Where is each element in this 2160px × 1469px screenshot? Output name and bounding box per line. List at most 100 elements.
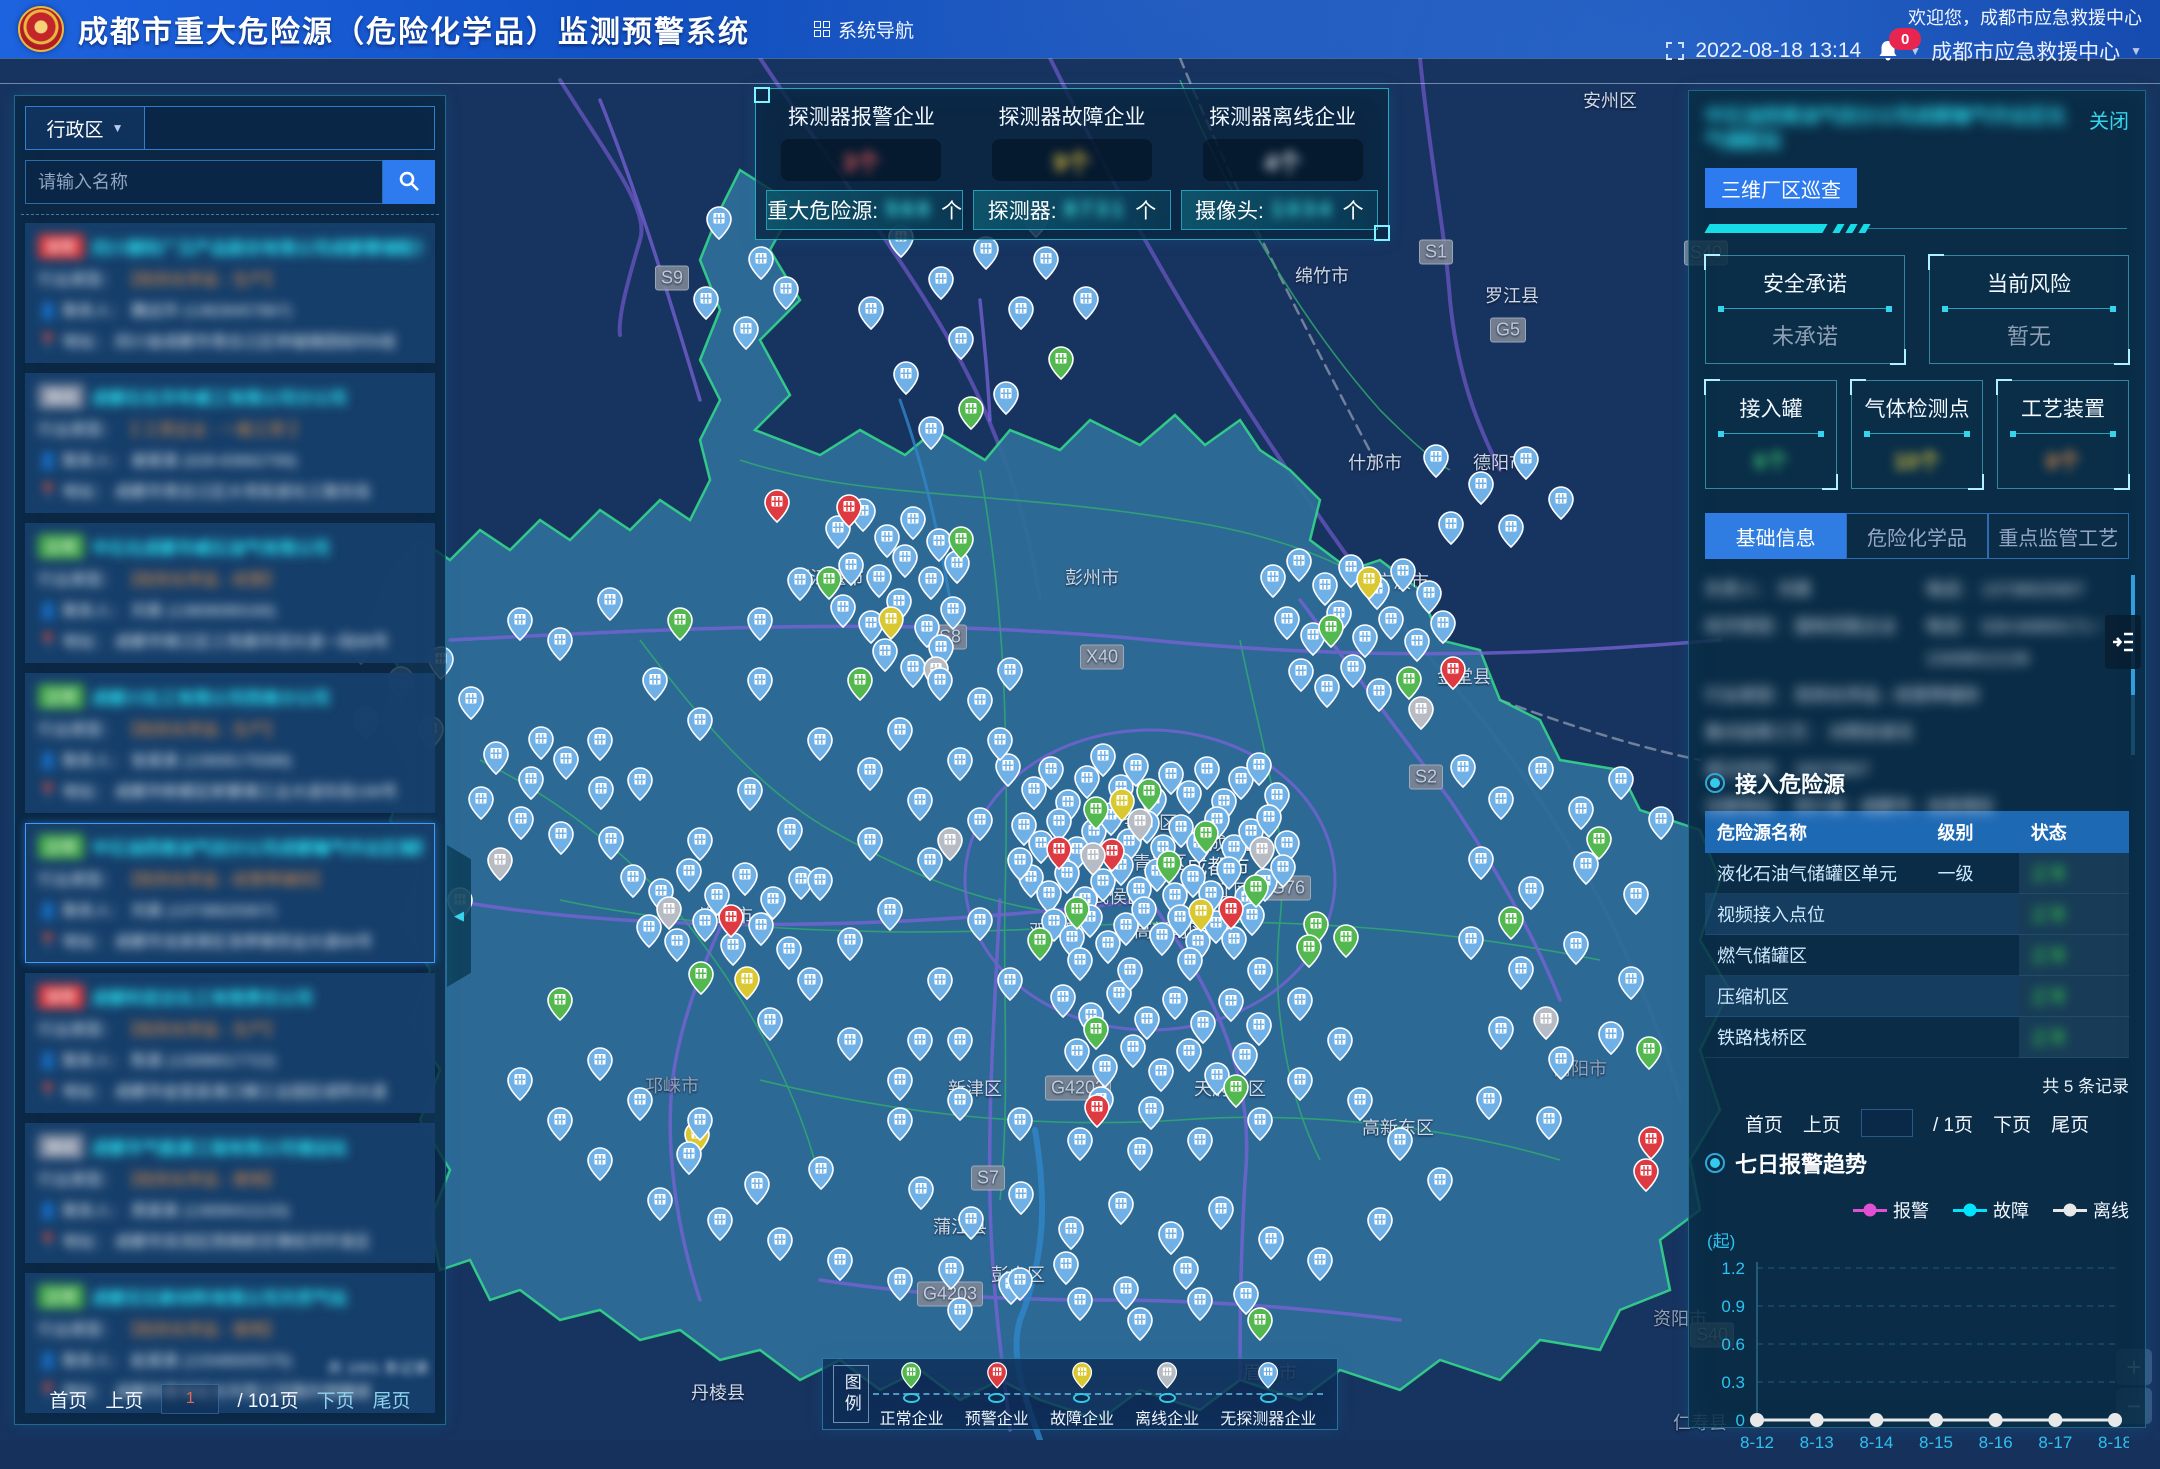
map-marker[interactable] [1084,1094,1110,1128]
map-marker[interactable] [907,787,933,821]
map-marker[interactable] [827,1247,853,1281]
map-marker[interactable] [1536,1106,1562,1140]
map-marker[interactable] [776,936,802,970]
search-input[interactable] [25,160,383,204]
company-list-item[interactable]: 正常 成都川化工有限公司西南分公司 行业类型： 【危险化学品 - 生产】 👤 联… [25,673,435,813]
hazard-table-row[interactable]: 液化石油气储罐区单元 一级 正常 [1705,853,2129,894]
map-marker[interactable] [458,686,484,720]
company-list-item[interactable]: 正常 中石油西南油气田分公司成都输气作业区储配站 行业类型： 【危险化学品 - … [25,823,435,963]
map-marker[interactable] [1127,1307,1153,1341]
map-marker[interactable] [1247,1107,1273,1141]
map-marker[interactable] [1007,1267,1033,1301]
map-marker[interactable] [718,904,744,938]
company-list-item[interactable]: 报警 四川德阳广汉产品股份有限公司成都蓉储配分公司 行业类型： 【危险化学品 -… [25,223,435,363]
map-marker[interactable] [688,961,714,995]
map-marker[interactable] [1440,656,1466,690]
map-marker[interactable] [1608,766,1634,800]
map-marker[interactable] [993,381,1019,415]
map-marker[interactable] [528,726,554,760]
map-marker[interactable] [1513,446,1539,480]
map-marker[interactable] [1288,658,1314,692]
map-marker[interactable] [748,912,774,946]
map-marker[interactable] [1427,1167,1453,1201]
map-marker[interactable] [1050,984,1076,1018]
map-marker[interactable] [958,1206,984,1240]
search-button[interactable] [383,160,435,204]
map-marker[interactable] [1187,1287,1213,1321]
map-marker[interactable] [907,1027,933,1061]
map-marker[interactable] [1127,808,1153,842]
map-marker[interactable] [777,817,803,851]
tab-危险化学品[interactable]: 危险化学品 [1846,513,1987,559]
company-list-item[interactable]: 离线 成都石化华年威工有限公司分公司 行业类型： 【 工贸企业 - 一般工贸 】… [25,373,435,513]
last-page-button[interactable]: 尾页 [373,1386,411,1413]
map-marker[interactable] [664,928,690,962]
map-marker[interactable] [468,786,494,820]
map-marker[interactable] [878,606,904,640]
region-filter-dropdown[interactable]: 行政区 ▼ [25,106,145,150]
map-marker[interactable] [487,847,513,881]
map-marker[interactable] [858,296,884,330]
map-marker[interactable] [747,607,773,641]
map-marker[interactable] [1083,1016,1109,1050]
map-marker[interactable] [1038,756,1064,790]
map-marker[interactable] [1488,786,1514,820]
map-marker[interactable] [1528,756,1554,790]
map-marker[interactable] [1218,896,1244,930]
map-marker[interactable] [1423,444,1449,478]
map-marker[interactable] [1260,564,1286,598]
map-marker[interactable] [1218,988,1244,1022]
hazard-table-row[interactable]: 燃气储罐区 正常 [1705,935,2129,976]
map-marker[interactable] [1138,1096,1164,1130]
map-marker[interactable] [1378,606,1404,640]
map-marker[interactable] [1046,836,1072,870]
map-marker[interactable] [1340,654,1366,688]
map-marker[interactable] [597,587,623,621]
first-page-button[interactable]: 首页 [49,1386,87,1413]
map-marker[interactable] [1249,836,1275,870]
map-marker[interactable] [893,361,919,395]
map-marker[interactable] [1120,1034,1146,1068]
map-marker[interactable] [1173,1256,1199,1290]
map-marker[interactable] [1333,924,1359,958]
map-marker[interactable] [836,494,862,528]
map-marker[interactable] [967,687,993,721]
map-marker[interactable] [1136,778,1162,812]
sidebar-collapse-handle[interactable]: ◀ [447,845,471,987]
map-marker[interactable] [553,746,579,780]
map-marker[interactable] [1598,1021,1624,1055]
map-marker[interactable] [948,526,974,560]
map-marker[interactable] [1083,796,1109,830]
map-marker[interactable] [747,667,773,701]
map-marker[interactable] [642,667,668,701]
company-list-item[interactable]: 离线 成都华气能源工程有限公司储运站 行业类型： 【危险化学品 - 使用】 👤 … [25,1123,435,1263]
map-marker[interactable] [987,727,1013,761]
map-marker[interactable] [837,927,863,961]
map-marker[interactable] [733,316,759,350]
map-marker[interactable] [1488,1016,1514,1050]
close-button[interactable]: 关闭 [2089,105,2129,134]
map-marker[interactable] [1408,696,1434,730]
map-marker[interactable] [847,667,873,701]
map-marker[interactable] [1148,1058,1174,1092]
map-marker[interactable] [967,907,993,941]
map-marker[interactable] [732,862,758,896]
hz-page-input[interactable] [1861,1109,1913,1137]
map-marker[interactable] [1586,826,1612,860]
hz-first-page[interactable]: 首页 [1745,1110,1783,1137]
map-marker[interactable] [857,757,883,791]
hz-prev-page[interactable]: 上页 [1803,1110,1841,1137]
map-marker[interactable] [1347,1087,1373,1121]
map-marker[interactable] [507,1067,533,1101]
map-marker[interactable] [676,1141,702,1175]
map-marker[interactable] [627,767,653,801]
map-marker[interactable] [807,867,833,901]
map-marker[interactable] [1064,896,1090,930]
map-marker[interactable] [706,206,732,240]
map-marker[interactable] [687,1107,713,1141]
map-marker[interactable] [1027,927,1053,961]
map-marker[interactable] [1623,881,1649,915]
map-marker[interactable] [1108,1191,1134,1225]
notification-bell[interactable]: 0 [1877,39,1899,63]
map-marker[interactable] [734,966,760,1000]
